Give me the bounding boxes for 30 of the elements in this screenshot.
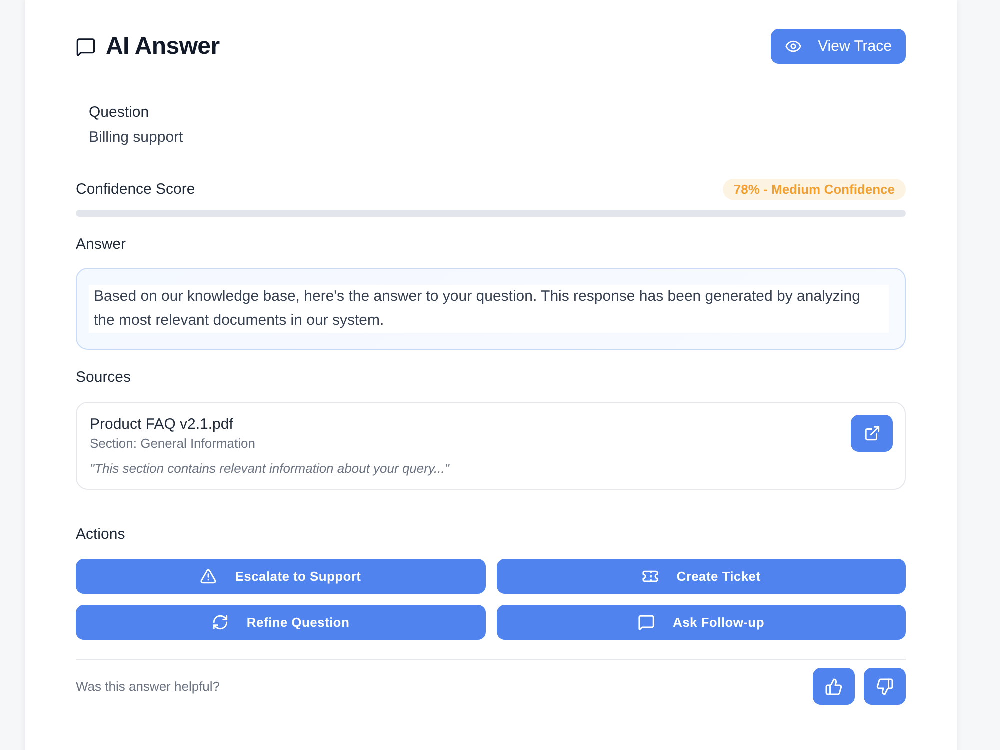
source-title: Product FAQ v2.1.pdf (90, 415, 234, 435)
question-text: Billing support (89, 128, 184, 148)
answer-label: Answer (76, 235, 126, 255)
action-button[interactable]: Ask Follow-up (496, 605, 906, 640)
eye-icon (785, 38, 802, 55)
sources-label: Sources (76, 368, 132, 388)
confidence-label: Confidence Score (76, 180, 196, 200)
page-title: AI Answer (106, 32, 220, 60)
question-label: Question (89, 103, 150, 123)
thumbs-down-icon (876, 678, 894, 696)
view-trace-button[interactable]: View Trace (771, 29, 906, 64)
external-link-icon (864, 425, 880, 442)
action-button[interactable]: Refine Question (76, 605, 486, 640)
confidence-badge: 78% - Medium Confidence (722, 179, 906, 200)
thumbs-up-icon (825, 678, 843, 696)
chat-bubble-icon (638, 614, 656, 631)
chat-bubble-icon (76, 36, 96, 56)
source-excerpt: "This section contains relevant information about your query..." (90, 460, 450, 478)
feedback-prompt: Was this answer helpful? (76, 679, 220, 694)
thumbs-down-button[interactable] (864, 668, 906, 705)
warning-icon (200, 568, 218, 585)
answer-text: Based on our knowledge base, here's the answer to your question. This response has been generated by analyzing the most relevant documents in our system. (89, 285, 889, 333)
ticket-icon (642, 568, 659, 585)
refresh-icon (212, 614, 229, 631)
action-button[interactable]: Escalate to Support (76, 559, 486, 594)
thumbs-up-button[interactable] (813, 668, 855, 705)
action-button[interactable]: Create Ticket (496, 559, 906, 594)
actions-label: Actions (76, 525, 126, 545)
open-source-button[interactable] (851, 415, 893, 452)
source-section: Section: General Information (90, 435, 450, 453)
